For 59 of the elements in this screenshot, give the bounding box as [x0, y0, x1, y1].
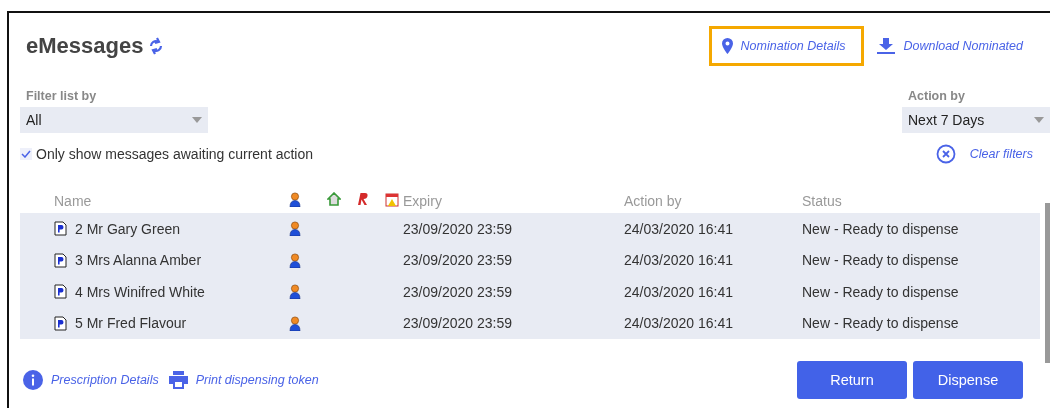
link[interactable]: Download Nominated: [870, 26, 1030, 66]
action-button[interactable]: Dispense: [913, 361, 1023, 399]
link[interactable]: Prescription Details: [20, 367, 162, 393]
column-header[interactable]: Name: [54, 193, 289, 209]
location-pin-icon: [721, 38, 733, 54]
message-row[interactable]: 4 Mrs Winifred White 23/09/2020 23:59 24/03/2020 16:41 New - Ready to dispense: [20, 276, 1040, 308]
document-icon: [54, 221, 67, 237]
check-icon: [21, 150, 31, 158]
calendar-warning-icon: [385, 191, 399, 207]
message-row[interactable]: 3 Mrs Alanna Amber 23/09/2020 23:59 24/03/2020 16:41 New - Ready to dispense: [20, 244, 1040, 276]
column-header[interactable]: Action by: [624, 193, 802, 209]
filter-dropdown[interactable]: All: [20, 107, 208, 133]
r-letter-icon: [355, 192, 369, 206]
table-cell-text: 24/03/2020 16:41: [624, 315, 734, 332]
table-cell-text: 24/03/2020 16:41: [624, 252, 734, 269]
person-icon: [289, 284, 301, 300]
scrollbar[interactable]: [1045, 203, 1050, 363]
action-by-dropdown[interactable]: Next 7 Days: [902, 107, 1050, 133]
table-cell-text: 23/09/2020 23:59: [403, 315, 513, 332]
house-icon: [327, 192, 341, 206]
link[interactable]: Nomination Details: [708, 26, 865, 66]
caret-icon: [1034, 117, 1044, 123]
info-icon: [23, 370, 43, 390]
caret-icon: [192, 117, 202, 123]
person-icon: [289, 252, 301, 268]
person-icon: [289, 191, 301, 207]
table-cell-text: New - Ready to dispense: [802, 252, 960, 269]
message-row[interactable]: 5 Mr Fred Flavour 23/09/2020 23:59 24/03/2020 16:41 New - Ready to dispense: [20, 307, 1040, 339]
table-cell-text: 23/09/2020 23:59: [403, 220, 513, 237]
table-cell: 5 Mr Fred Flavour: [54, 315, 289, 332]
person-icon: [289, 221, 301, 237]
document-icon: [54, 315, 67, 331]
column-header[interactable]: Status: [802, 193, 1040, 209]
table-cell-text: New - Ready to dispense: [802, 283, 960, 300]
document-icon: [54, 284, 67, 300]
awaiting-checkbox[interactable]: Only show messages awaiting current action: [20, 146, 314, 162]
clear-icon: [935, 144, 956, 164]
document-icon: [54, 252, 67, 268]
page-title: eMessages: [26, 33, 144, 59]
download-icon: [877, 38, 896, 54]
table-cell-text: 23/09/2020 23:59: [403, 252, 513, 269]
message-row[interactable]: 2 Mr Gary Green 23/09/2020 23:59 24/03/2020 16:41 New - Ready to dispense: [20, 213, 1040, 245]
table-cell: 3 Mrs Alanna Amber: [54, 252, 289, 269]
table-cell-text: 24/03/2020 16:41: [624, 283, 734, 300]
printer-icon: [168, 371, 188, 389]
link[interactable]: Print dispensing token: [165, 368, 322, 392]
table-cell-text: New - Ready to dispense: [802, 315, 960, 332]
table-cell: 4 Mrs Winifred White: [54, 283, 289, 300]
table-cell-text: 24/03/2020 16:41: [624, 220, 734, 237]
clear-filters-link[interactable]: Clear filters: [932, 141, 1036, 167]
table-cell: 2 Mr Gary Green: [54, 220, 289, 237]
action-button[interactable]: Return: [797, 361, 907, 399]
table-cell-text: New - Ready to dispense: [802, 220, 960, 237]
person-icon: [289, 315, 301, 331]
column-header[interactable]: Expiry: [403, 193, 624, 209]
table-cell-text: 23/09/2020 23:59: [403, 283, 513, 300]
field-label: Filter list by: [26, 89, 98, 103]
field-label: Action by: [908, 89, 966, 103]
refresh-icon[interactable]: [149, 36, 164, 56]
